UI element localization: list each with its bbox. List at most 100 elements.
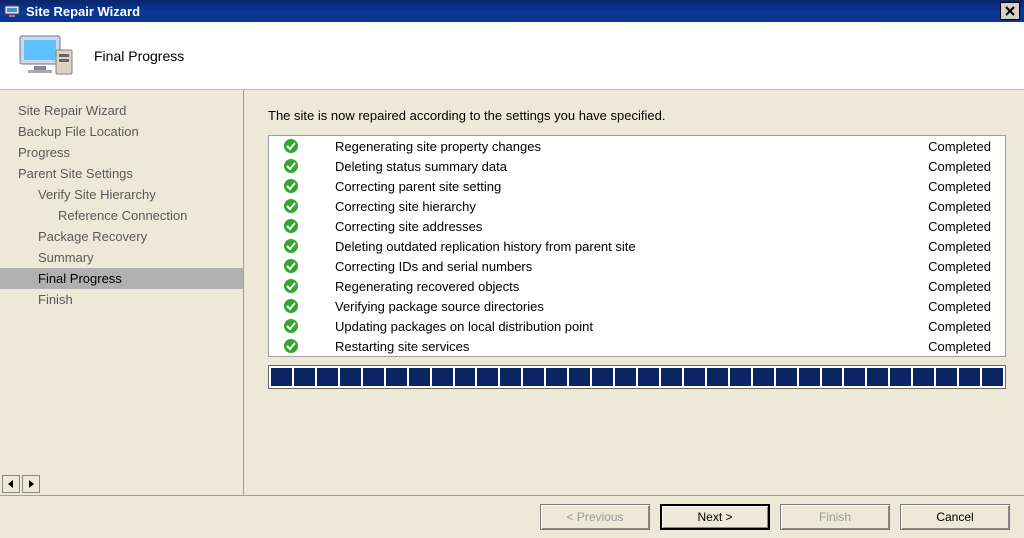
check-icon — [283, 258, 299, 274]
progress-segment — [409, 368, 430, 386]
progress-segment — [386, 368, 407, 386]
task-status: Completed — [928, 179, 991, 194]
task-status: Completed — [928, 219, 991, 234]
sidebar-item[interactable]: Parent Site Settings — [0, 163, 243, 184]
task-row: Regenerating recovered objects Completed — [269, 276, 1005, 296]
check-icon — [283, 138, 299, 154]
sidebar-scroll-arrows — [0, 473, 42, 495]
next-button[interactable]: Next > — [660, 504, 770, 530]
previous-button[interactable]: < Previous — [540, 504, 650, 530]
close-button[interactable] — [1000, 2, 1020, 20]
titlebar: Site Repair Wizard — [0, 0, 1024, 22]
progress-segment — [455, 368, 476, 386]
task-row: Correcting site hierarchyCompleted — [269, 196, 1005, 216]
sidebar-item[interactable]: Final Progress — [0, 268, 243, 289]
task-row: Restarting site services Completed — [269, 336, 1005, 356]
progress-segment — [432, 368, 453, 386]
sidebar-scroll-left[interactable] — [2, 475, 20, 493]
task-text: Correcting site hierarchy — [335, 199, 918, 214]
progress-segment — [569, 368, 590, 386]
task-status: Completed — [928, 299, 991, 314]
task-text: Correcting IDs and serial numbers — [335, 259, 918, 274]
progress-bar — [268, 365, 1006, 389]
progress-segment — [477, 368, 498, 386]
sidebar-item[interactable]: Summary — [0, 247, 243, 268]
check-icon — [283, 178, 299, 194]
progress-segment — [592, 368, 613, 386]
sidebar-item[interactable]: Reference Connection — [0, 205, 243, 226]
sidebar-item[interactable]: Backup File Location — [0, 121, 243, 142]
progress-segment — [753, 368, 774, 386]
sidebar-item[interactable]: Verify Site Hierarchy — [0, 184, 243, 205]
task-text: Restarting site services — [335, 339, 918, 354]
task-status: Completed — [928, 239, 991, 254]
task-text: Regenerating site property changes — [335, 139, 918, 154]
task-row: Correcting parent site setting Completed — [269, 176, 1005, 196]
progress-segment — [913, 368, 934, 386]
task-text: Deleting status summary data — [335, 159, 918, 174]
check-icon — [283, 198, 299, 214]
check-icon — [283, 298, 299, 314]
progress-segment — [363, 368, 384, 386]
task-row: Regenerating site property changesComple… — [269, 136, 1005, 156]
progress-segment — [982, 368, 1003, 386]
progress-segment — [684, 368, 705, 386]
progress-segment — [271, 368, 292, 386]
window-title: Site Repair Wizard — [26, 4, 140, 19]
task-row: Correcting IDs and serial numbers Complet… — [269, 256, 1005, 276]
task-text: Regenerating recovered objects — [335, 279, 918, 294]
task-row: Updating packages on local distribution … — [269, 316, 1005, 336]
progress-segment — [340, 368, 361, 386]
app-icon — [4, 3, 20, 19]
finish-button[interactable]: Finish — [780, 504, 890, 530]
task-status: Completed — [928, 319, 991, 334]
task-text: Correcting parent site setting — [335, 179, 918, 194]
check-icon — [283, 238, 299, 254]
cancel-button[interactable]: Cancel — [900, 504, 1010, 530]
progress-segment — [546, 368, 567, 386]
status-message: The site is now repaired according to th… — [268, 108, 1006, 123]
check-icon — [283, 338, 299, 354]
sidebar-item[interactable]: Progress — [0, 142, 243, 163]
progress-segment — [799, 368, 820, 386]
task-text: Verifying package source directories — [335, 299, 918, 314]
progress-segment — [776, 368, 797, 386]
monitor-icon — [16, 32, 76, 80]
content-area: Site Repair WizardBackup File LocationPr… — [0, 90, 1024, 495]
task-status: Completed — [928, 279, 991, 294]
progress-segment — [294, 368, 315, 386]
sidebar-scroll-right[interactable] — [22, 475, 40, 493]
progress-segment — [867, 368, 888, 386]
progress-segment — [890, 368, 911, 386]
wizard-footer: < Previous Next > Finish Cancel — [0, 495, 1024, 538]
sidebar-item[interactable]: Site Repair Wizard — [0, 100, 243, 121]
progress-segment — [959, 368, 980, 386]
progress-segment — [707, 368, 728, 386]
task-row: Deleting status summary data Completed — [269, 156, 1005, 176]
check-icon — [283, 318, 299, 334]
task-list: Regenerating site property changes Comple… — [268, 135, 1006, 357]
sidebar-item[interactable]: Package Recovery — [0, 226, 243, 247]
task-text: Deleting outdated replication history fr… — [335, 239, 918, 254]
task-row: Verifying package source directories Comp… — [269, 296, 1005, 316]
wizard-header: Final Progress — [0, 22, 1024, 90]
sidebar-item[interactable]: Finish — [0, 289, 243, 310]
check-icon — [283, 278, 299, 294]
progress-segment — [523, 368, 544, 386]
progress-segment — [615, 368, 636, 386]
task-text: Correcting site addresses — [335, 219, 918, 234]
task-status: Completed — [928, 259, 991, 274]
task-row: Correcting site addresses Completed — [269, 216, 1005, 236]
progress-segment — [638, 368, 659, 386]
main-panel: The site is now repaired according to th… — [244, 90, 1024, 495]
task-row: Deleting outdated replication history fr… — [269, 236, 1005, 256]
task-text: Updating packages on local distribution … — [335, 319, 918, 334]
check-icon — [283, 158, 299, 174]
progress-segment — [661, 368, 682, 386]
check-icon — [283, 218, 299, 234]
wizard-sidebar: Site Repair WizardBackup File LocationPr… — [0, 90, 244, 495]
progress-segment — [317, 368, 338, 386]
page-title: Final Progress — [94, 48, 184, 64]
task-status: Completed — [928, 339, 991, 354]
task-status: Completed — [928, 159, 991, 174]
